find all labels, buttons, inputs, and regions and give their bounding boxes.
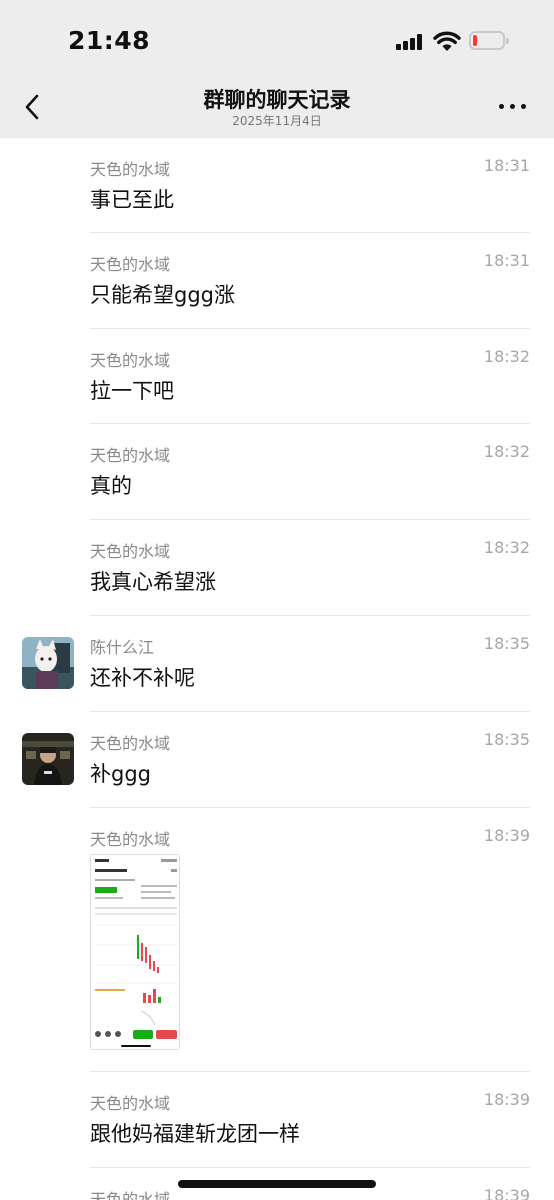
message-time: 18:32	[483, 538, 530, 557]
image-thumbnail[interactable]	[90, 854, 180, 1050]
message-text: 补ggg	[90, 762, 151, 786]
message-text: 我真心希望涨	[90, 570, 216, 594]
message-time: 18:31	[483, 251, 530, 270]
message-text: 事已至此	[90, 188, 174, 212]
message-time: 18:31	[483, 156, 530, 175]
message-text: 跟他妈福建斩龙团一样	[90, 1122, 300, 1146]
message-item[interactable]: 天色的水域 18:39	[0, 808, 554, 1072]
message-time: 18:32	[483, 347, 530, 366]
home-indicator[interactable]	[178, 1180, 376, 1188]
message-sender: 天色的水域	[90, 1094, 171, 1113]
message-sender: 陈什么江	[90, 638, 155, 657]
avatar[interactable]	[22, 637, 74, 689]
message-time: 18:35	[483, 730, 530, 749]
message-item[interactable]: 天色的水域 18:32 拉一下吧	[0, 329, 554, 424]
more-options-icon[interactable]	[498, 100, 528, 114]
avatar[interactable]	[22, 733, 74, 785]
message-item[interactable]: 天色的水域 18:32 我真心希望涨	[0, 520, 554, 616]
message-sender: 天色的水域	[90, 160, 171, 179]
message-time: 18:39	[483, 1186, 530, 1200]
message-item[interactable]: 天色的水域 18:31 事已至此	[0, 138, 554, 233]
message-sender: 天色的水域	[90, 830, 171, 849]
cellular-signal-icon	[396, 34, 424, 50]
message-item[interactable]: 天色的水域 18:39 跟他妈福建斩龙团一样	[0, 1072, 554, 1168]
message-item[interactable]: 天色的水域 18:35 补ggg	[0, 712, 554, 808]
message-sender: 天色的水域	[90, 542, 171, 561]
page-title: 群聊的聊天记录	[203, 88, 351, 112]
message-sender: 天色的水域	[90, 1190, 171, 1200]
message-sender: 天色的水域	[90, 351, 171, 370]
message-time: 18:39	[483, 826, 530, 845]
message-sender: 天色的水域	[90, 734, 171, 753]
message-item[interactable]: 天色的水域 18:32 真的	[0, 424, 554, 520]
message-text: 只能希望ggg涨	[90, 283, 235, 307]
chat-history-list[interactable]: 天色的水域 18:31 事已至此 天色的水域 18:31 只能希望ggg涨 天色…	[0, 138, 554, 1200]
nav-bar: 群聊的聊天记录 2025年11月4日	[0, 80, 554, 138]
status-time: 21:48	[68, 26, 151, 55]
message-item[interactable]: 陈什么江 18:35 还补不补呢	[0, 616, 554, 712]
message-item[interactable]: 天色的水域 18:31 只能希望ggg涨	[0, 233, 554, 329]
status-bar: 21:48	[0, 0, 554, 80]
message-sender: 天色的水域	[90, 446, 171, 465]
message-time: 18:39	[483, 1090, 530, 1109]
message-text: 真的	[90, 474, 132, 498]
message-text: 拉一下吧	[90, 379, 174, 403]
battery-icon	[469, 31, 509, 50]
message-sender: 天色的水域	[90, 255, 171, 274]
wifi-icon	[433, 31, 461, 51]
message-time: 18:35	[483, 634, 530, 653]
page-subtitle-date: 2025年11月4日	[232, 114, 322, 128]
message-time: 18:32	[483, 442, 530, 461]
message-text: 还补不补呢	[90, 666, 195, 690]
